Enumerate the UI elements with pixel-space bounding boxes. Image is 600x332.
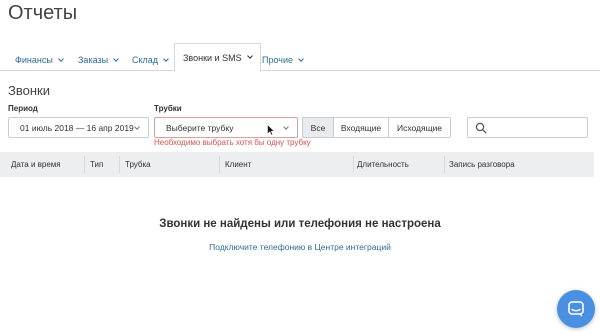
call-type-filter: Все Входящие Исходящие: [302, 117, 451, 138]
column-divider: [444, 156, 445, 173]
search-box: [467, 117, 588, 138]
chevron-down-icon: [113, 55, 119, 62]
column-divider: [353, 156, 354, 173]
chevron-down-icon: [283, 124, 289, 130]
tab-other[interactable]: Прочие: [262, 49, 304, 71]
chat-icon: [568, 301, 584, 317]
period-select[interactable]: 01 июль 2018 — 16 апр 2019: [8, 117, 149, 138]
filter-outgoing-button[interactable]: Исходящие: [388, 117, 451, 138]
tab-label: Заказы: [78, 55, 109, 65]
column-header-client[interactable]: Клиент: [225, 160, 251, 169]
connect-telephony-link[interactable]: Подключите телефонию в Центре интеграций: [0, 242, 600, 252]
tab-label: Склад: [132, 55, 159, 65]
tab-calls-sms[interactable]: Звонки и SMS: [174, 43, 261, 72]
filter-incoming-button[interactable]: Входящие: [333, 117, 389, 138]
page-title: Отчеты: [8, 2, 78, 24]
report-tabs: Финансы Заказы Склад Звонки и SMS Прочие: [0, 43, 600, 72]
chevron-down-icon: [57, 55, 64, 62]
handset-error-message: Необходимо выбрать хотя бы одну трубку: [154, 138, 311, 147]
period-label: Период: [8, 104, 38, 113]
chevron-down-icon: [298, 55, 304, 62]
tab-orders[interactable]: Заказы: [78, 49, 119, 71]
mouse-pointer-icon: [267, 124, 275, 136]
column-divider: [219, 156, 220, 173]
handset-placeholder: Выберите трубку: [166, 122, 234, 133]
section-title: Звонки: [8, 83, 50, 98]
column-header-type[interactable]: Тип: [90, 160, 103, 169]
handsets-label: Трубки: [154, 104, 182, 113]
search-icon: [475, 122, 487, 134]
column-divider: [84, 156, 85, 173]
tab-warehouse[interactable]: Склад: [132, 49, 169, 71]
chevron-down-icon: [134, 124, 140, 130]
column-header-datetime[interactable]: Дата и время: [11, 160, 61, 169]
tab-label: Звонки и SMS: [183, 52, 242, 63]
column-header-handset[interactable]: Трубка: [125, 160, 151, 169]
search-input[interactable]: [490, 120, 584, 135]
filter-all-button[interactable]: Все: [302, 117, 334, 138]
tab-label: Финансы: [15, 55, 53, 65]
column-header-recording[interactable]: Запись разговора: [449, 160, 515, 169]
handset-select[interactable]: Выберите трубку: [154, 117, 298, 138]
chat-button[interactable]: [557, 290, 595, 328]
column-header-duration[interactable]: Длительность: [357, 160, 409, 169]
chevron-down-icon: [246, 53, 253, 59]
empty-state-title: Звонки не найдены или телефония не настр…: [159, 218, 441, 230]
calls-table-header: Дата и время Тип Трубка Клиент Длительно…: [0, 152, 594, 177]
tab-finances[interactable]: Финансы: [15, 49, 64, 71]
period-value: 01 июль 2018 — 16 апр 2019: [20, 122, 134, 133]
tab-label: Прочие: [262, 55, 294, 65]
column-divider: [119, 156, 120, 173]
chevron-down-icon: [163, 55, 169, 62]
